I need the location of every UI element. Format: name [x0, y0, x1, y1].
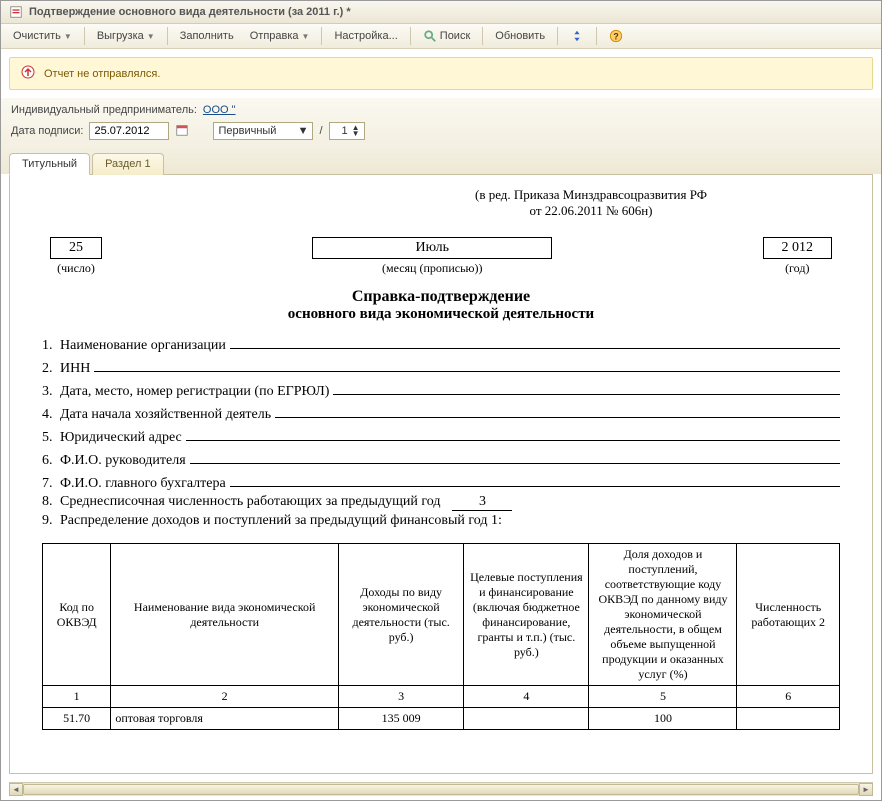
doc-title1: Справка-подтверждение: [42, 288, 840, 306]
form-area: Индивидуальный предприниматель: ООО " Да…: [1, 98, 881, 152]
ip-label: Индивидуальный предприниматель:: [11, 104, 197, 116]
expand-button[interactable]: [564, 27, 590, 45]
h-scrollbar[interactable]: ◄ ►: [9, 782, 873, 796]
toolbar: Очистить▼ Выгрузка▼ Заполнить Отправка▼ …: [1, 24, 881, 49]
doc-title2: основного вида экономической деятельност…: [42, 306, 840, 323]
status-bar: Отчет не отправлялся.: [9, 57, 873, 90]
status-text: Отчет не отправлялся.: [44, 68, 160, 80]
svg-text:?: ?: [613, 32, 618, 42]
doc-meta1: (в ред. Приказа Минздравсоцразвития РФ: [342, 187, 840, 203]
document-area[interactable]: (в ред. Приказа Минздравсоцразвития РФ о…: [9, 174, 873, 774]
table-num-row: 123456: [43, 686, 840, 708]
tab-title[interactable]: Титульный: [9, 153, 90, 175]
copy-spinner[interactable]: 1 ▲▼: [329, 122, 365, 140]
help-button[interactable]: ?: [603, 27, 629, 45]
document: (в ред. Приказа Минздравсоцразвития РФ о…: [18, 183, 864, 734]
date-day: 25: [50, 237, 102, 259]
app-icon: [9, 5, 23, 19]
scroll-left-arrow[interactable]: ◄: [9, 783, 23, 796]
date-year: 2 012: [763, 237, 833, 259]
date-year-label: (год): [763, 261, 833, 276]
status-icon: [20, 64, 36, 83]
send-button[interactable]: Отправка▼: [244, 28, 316, 44]
settings-button[interactable]: Настройка...: [328, 28, 403, 44]
tabstrip: Титульный Раздел 1: [1, 152, 881, 174]
calendar-icon[interactable]: [175, 123, 189, 140]
tab-section1[interactable]: Раздел 1: [92, 153, 164, 175]
doc-meta2: от 22.06.2011 № 606н): [342, 203, 840, 219]
window-title: Подтверждение основного вида деятельност…: [29, 6, 351, 18]
search-icon: [423, 29, 437, 43]
search-button[interactable]: Поиск: [417, 27, 476, 45]
export-button[interactable]: Выгрузка▼: [91, 28, 161, 44]
expand-icon: [570, 29, 584, 43]
sign-date-input[interactable]: [89, 122, 169, 140]
refresh-button[interactable]: Обновить: [489, 28, 551, 44]
data-table: Код по ОКВЭД Наименование вида экономиче…: [42, 543, 840, 730]
fill-button[interactable]: Заполнить: [174, 28, 240, 44]
date-month-label: (месяц (прописью)): [312, 261, 552, 276]
scroll-thumb[interactable]: [23, 784, 859, 795]
help-icon: ?: [609, 29, 623, 43]
date-month: Июль: [312, 237, 552, 259]
ip-link[interactable]: ООО ": [203, 104, 236, 116]
app-window: Подтверждение основного вида деятельност…: [0, 0, 882, 801]
sign-date-label: Дата подписи:: [11, 125, 83, 137]
scroll-right-arrow[interactable]: ►: [859, 783, 873, 796]
table-header-row: Код по ОКВЭД Наименование вида экономиче…: [43, 544, 840, 686]
type-select[interactable]: Первичный▼: [213, 122, 313, 140]
titlebar: Подтверждение основного вида деятельност…: [1, 1, 881, 24]
table-row: 51.70 оптовая торговля 135 009 100: [43, 708, 840, 730]
date-day-label: (число): [50, 261, 102, 276]
date-boxes: 25 (число) Июль (месяц (прописью)) 2 012…: [42, 237, 840, 276]
clear-button[interactable]: Очистить▼: [7, 28, 78, 44]
